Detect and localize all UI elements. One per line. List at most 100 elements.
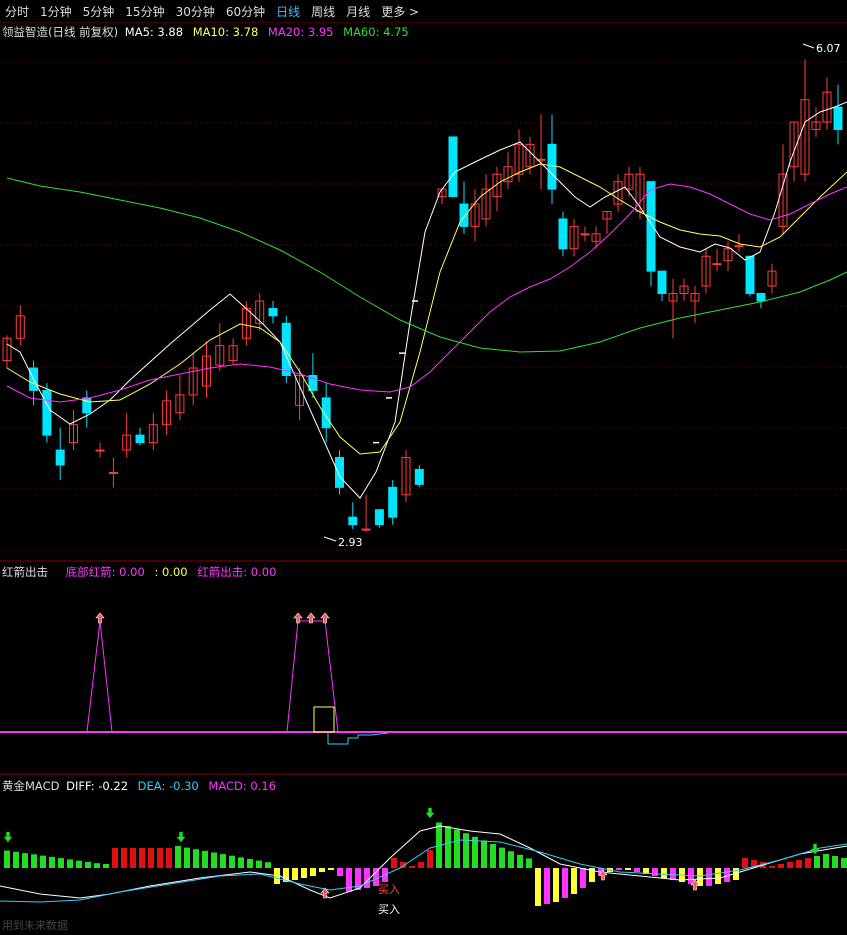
macd-bar <box>526 858 532 868</box>
macd-bar <box>652 868 658 876</box>
macd-bar <box>184 847 190 868</box>
signal-step <box>327 732 389 745</box>
candle-down <box>547 143 557 190</box>
candle-up <box>712 263 722 266</box>
buy-signal-label: 买入 <box>378 883 400 896</box>
macd-bar <box>211 852 217 868</box>
candlestick-chart[interactable]: 6.07 2.93 <box>0 22 847 562</box>
period-toolbar: 分时 1分钟 5分钟 15分钟 30分钟 60分钟 日线 周线 月线 更多 > <box>0 0 847 23</box>
macd-bar <box>193 849 199 868</box>
macd-bar <box>130 848 136 868</box>
period-tab-0[interactable]: 分时 <box>0 3 35 20</box>
period-tab-4[interactable]: 30分钟 <box>171 3 221 20</box>
macd-bar <box>40 855 46 868</box>
macd-bar <box>229 855 235 868</box>
candle-down <box>335 457 344 488</box>
candle-down <box>135 434 145 444</box>
macd-bar <box>544 868 550 904</box>
candle-down <box>388 486 398 518</box>
period-tab-5[interactable]: 60分钟 <box>221 3 271 20</box>
candle-down <box>348 516 358 526</box>
period-tab-7[interactable]: 周线 <box>306 3 341 20</box>
macd-bar <box>427 850 433 868</box>
macd-bar <box>841 858 847 868</box>
macd-bar <box>94 863 100 868</box>
macd-bar <box>148 848 154 868</box>
buy-signal-label: 买入 <box>378 903 400 916</box>
macd-bar <box>814 856 820 868</box>
signal-box <box>313 706 335 733</box>
macd-bar <box>310 868 316 876</box>
macd-bar <box>490 844 496 868</box>
macd-chart[interactable]: 买入买入 <box>0 776 847 916</box>
macd-bar <box>778 864 784 868</box>
candle-down <box>448 136 458 198</box>
signal-spike <box>286 620 339 733</box>
macd-bar <box>292 868 298 880</box>
macd-bar <box>139 848 145 868</box>
macd-bar <box>202 850 208 868</box>
macd-bar <box>499 847 505 868</box>
signal-chart[interactable] <box>0 563 847 775</box>
macd-bar <box>13 851 19 868</box>
candle-up <box>361 528 371 531</box>
footer-note: 用到未来数据 <box>2 919 68 932</box>
macd-bar <box>157 848 163 868</box>
period-tab-9[interactable]: 更多 > <box>376 3 425 20</box>
period-tab-6[interactable]: 日线 <box>271 3 306 20</box>
candle-up <box>108 471 118 474</box>
macd-bar <box>31 854 37 868</box>
ma10-line <box>6 163 847 455</box>
macd-bar <box>571 868 577 894</box>
macd-bar <box>787 862 793 868</box>
macd-bar <box>103 864 109 868</box>
macd-bar <box>22 853 28 868</box>
macd-bar <box>256 860 262 868</box>
candle-down <box>414 468 424 485</box>
macd-bar <box>625 868 631 870</box>
macd-bar <box>517 854 523 868</box>
ma5-line <box>6 101 847 499</box>
macd-bar <box>247 858 253 868</box>
macd-bar <box>319 868 325 872</box>
macd-bar <box>535 868 541 906</box>
macd-bar <box>670 868 676 880</box>
period-tab-8[interactable]: 月线 <box>341 3 376 20</box>
high-price-label: 6.07 <box>816 42 841 55</box>
macd-bar <box>337 868 343 876</box>
macd-bar <box>715 868 721 884</box>
macd-bar <box>796 860 802 868</box>
macd-bar <box>175 846 181 868</box>
macd-bar <box>463 833 469 868</box>
period-tab-1[interactable]: 1分钟 <box>35 3 78 20</box>
signal-spike <box>86 620 113 733</box>
period-tab-2[interactable]: 5分钟 <box>78 3 121 20</box>
macd-bar <box>508 851 514 868</box>
macd-bar <box>823 854 829 868</box>
low-marker-line <box>323 536 337 542</box>
macd-bar <box>4 850 10 868</box>
period-tab-3[interactable]: 15分钟 <box>120 3 170 20</box>
macd-bar <box>67 859 73 868</box>
candle-down <box>833 106 843 130</box>
candle-up <box>734 245 744 248</box>
candle-down <box>657 270 667 295</box>
candle-down <box>459 203 469 227</box>
macd-bar <box>58 858 64 868</box>
green-arrow-icon <box>425 807 435 819</box>
macd-bar <box>580 868 586 888</box>
macd-bar <box>553 868 559 902</box>
candle-down <box>756 293 766 302</box>
macd-bar <box>562 868 568 898</box>
macd-bar <box>346 868 352 892</box>
low-price-label: 2.93 <box>338 536 363 549</box>
macd-bar <box>364 868 370 888</box>
macd-bar <box>616 868 622 870</box>
macd-bar <box>706 868 712 886</box>
candle-down <box>42 389 52 436</box>
macd-bar <box>454 829 460 868</box>
macd-bar <box>265 862 271 868</box>
candle-up <box>580 233 590 236</box>
macd-bar <box>409 866 415 868</box>
macd-bar <box>238 857 244 868</box>
